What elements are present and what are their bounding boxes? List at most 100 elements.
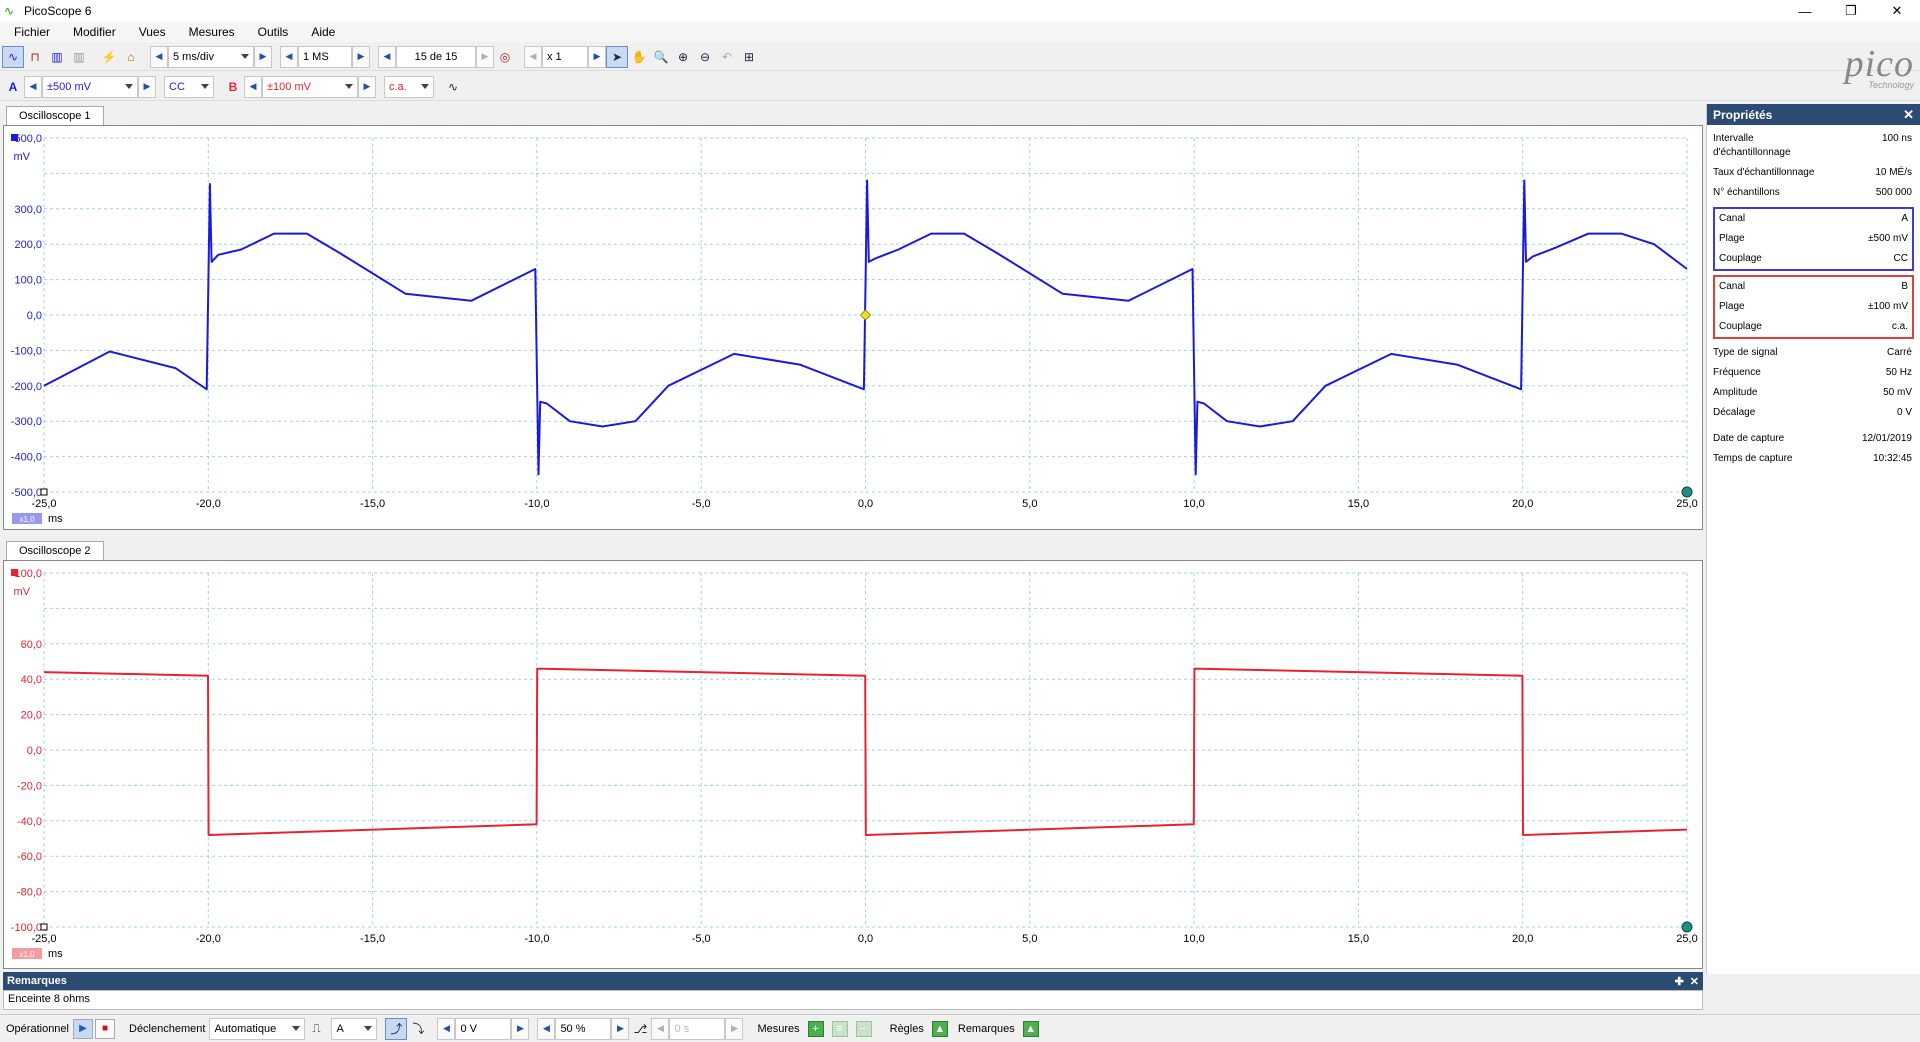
threshold-input[interactable]: 0 V <box>455 1017 512 1040</box>
tab-oscilloscope-1[interactable]: Oscilloscope 1 <box>6 106 104 126</box>
home-icon[interactable]: ⌂ <box>120 46 142 68</box>
range-b-select[interactable]: ±100 mV <box>262 75 358 98</box>
threshold-next-button[interactable]: ▶ <box>511 1017 530 1040</box>
y-tick-label: 60,0 <box>21 639 42 651</box>
zoom-fit-icon[interactable]: ⊞ <box>738 46 760 68</box>
delay-prev-button[interactable]: ◀ <box>651 1017 670 1040</box>
zoom-select-icon[interactable]: 🔍 <box>650 46 672 68</box>
range-b-prev-button[interactable]: ◀ <box>244 75 262 98</box>
persistence-mode-icon[interactable]: ⊓ <box>24 46 46 68</box>
buffer-overview-icon[interactable]: ◎ <box>494 46 516 68</box>
undo-zoom-icon[interactable]: ↶ <box>716 46 738 68</box>
minimize-button[interactable]: — <box>1782 0 1828 22</box>
properties-close-icon[interactable]: ✕ <box>1903 107 1914 123</box>
pretrigger-input[interactable]: 50 % <box>555 1017 612 1040</box>
pointer-tool-icon[interactable]: ➤ <box>606 45 628 68</box>
menu-aide[interactable]: Aide <box>297 25 344 39</box>
tab-oscilloscope-2[interactable]: Oscilloscope 2 <box>6 541 104 561</box>
rising-edge-icon[interactable]: ⤴ <box>385 1017 408 1040</box>
prop-key: Date de capture <box>1713 433 1785 444</box>
delay-input[interactable]: 0 s <box>669 1017 726 1040</box>
stop-button[interactable]: ■ <box>95 1018 115 1039</box>
range-a-next-button[interactable]: ▶ <box>138 75 156 98</box>
coupling-a-select[interactable]: CC <box>164 75 214 98</box>
samples-prev-button[interactable]: ◀ <box>280 45 298 68</box>
add-measure-button[interactable]: + <box>807 1020 824 1037</box>
notes-text[interactable]: Enceinte 8 ohms <box>3 990 1703 1010</box>
scope-1-plot[interactable]: 500,0 300,0 200,0 100,0 0,0 -100,0 -200,0 -300,… <box>4 126 1704 531</box>
threshold-value: 0 V <box>460 1022 477 1035</box>
prop-key: Décalage <box>1713 407 1756 418</box>
pretrigger-next-button[interactable]: ▶ <box>611 1017 630 1040</box>
menu-vues[interactable]: Vues <box>125 25 175 39</box>
delay-next-button[interactable]: ▶ <box>725 1017 744 1040</box>
x-tick-label: 25,0 <box>1676 498 1697 510</box>
signal-generator-icon[interactable]: ∿ <box>442 76 464 98</box>
buffer-navigator[interactable]: 15 de 15 <box>396 45 476 68</box>
menu-modifier[interactable]: Modifier <box>59 25 125 39</box>
zoom-prev-button[interactable]: ◀ <box>524 45 542 68</box>
scope-2-plot[interactable]: 100,0 60,0 40,0 20,0 0,0 -20,0 -40,0 -60,0 -80,0… <box>4 561 1704 970</box>
post-trigger-icon[interactable]: ⎇ <box>629 1018 651 1040</box>
samples-next-button[interactable]: ▶ <box>352 45 370 68</box>
y-tick-label: -60,0 <box>17 851 42 863</box>
y-tick-label: 0,0 <box>27 745 42 757</box>
timebase-select[interactable]: 5 ms/div <box>168 45 254 68</box>
prop-key: Fréquence <box>1713 367 1761 378</box>
coupling-b-select[interactable]: c.a. <box>384 75 434 98</box>
zoom-next-button[interactable]: ▶ <box>588 45 606 68</box>
x-tick-label: 15,0 <box>1348 933 1369 945</box>
origin-marker <box>40 923 48 931</box>
maximize-button[interactable]: ❐ <box>1828 0 1874 22</box>
menu-fichier[interactable]: Fichier <box>0 25 59 39</box>
buffer-next-button[interactable]: ▶ <box>476 45 494 68</box>
timebase-prev-button[interactable]: ◀ <box>150 45 168 68</box>
prop-row: Décalage 0 V <box>1707 403 1920 423</box>
notes-close-icon[interactable]: ✕ <box>1690 975 1699 988</box>
prop-key: Amplitude <box>1713 387 1758 398</box>
trigger-mode-select[interactable]: Automatique <box>209 1017 306 1040</box>
menu-mesures[interactable]: Mesures <box>175 25 244 39</box>
run-button[interactable]: ▶ <box>73 1018 93 1039</box>
menu-outils[interactable]: Outils <box>244 25 298 39</box>
range-a-select[interactable]: ±500 mV <box>42 75 138 98</box>
pin-icon[interactable]: ✚ <box>1675 975 1684 988</box>
pretrigger-prev-button[interactable]: ◀ <box>537 1017 556 1040</box>
advanced-trigger-icon[interactable]: ⎍ <box>305 1018 327 1040</box>
remove-measure-button[interactable]: − <box>855 1020 872 1037</box>
close-button[interactable]: ✕ <box>1874 0 1920 22</box>
probe-wizard-icon[interactable]: ⚡ <box>98 46 120 68</box>
channel-a-options[interactable]: A <box>2 76 24 98</box>
rulers-button[interactable]: ▲ <box>931 1020 948 1037</box>
spectrum-mode-icon[interactable]: ▥ <box>46 46 68 68</box>
range-a-prev-button[interactable]: ◀ <box>24 75 42 98</box>
properties-header: Propriétés ✕ <box>1707 104 1920 125</box>
zoom-input[interactable]: x 1 <box>542 45 588 68</box>
falling-edge-icon[interactable]: ⤵ <box>407 1018 429 1040</box>
prop-key: Plage <box>1719 301 1745 312</box>
zoom-in-icon[interactable]: ⊕ <box>672 46 694 68</box>
prop-value: 10:32:45 <box>1873 453 1912 464</box>
notes-button[interactable]: ▲ <box>1022 1020 1039 1037</box>
channel-b-options[interactable]: B <box>222 76 244 98</box>
x-tick-label: -25,0 <box>31 933 56 945</box>
x-tick-label: 0,0 <box>858 498 873 510</box>
zoom-out-icon[interactable]: ⊖ <box>694 46 716 68</box>
spectrum-persist-icon[interactable]: ▥ <box>68 46 90 68</box>
threshold-prev-button[interactable]: ◀ <box>437 1017 456 1040</box>
trigger-channel-select[interactable]: A <box>331 1017 378 1040</box>
edit-measure-button[interactable]: ≡ <box>831 1020 848 1037</box>
y-tick-label: 0,0 <box>27 310 42 322</box>
samples-input[interactable]: 1 MS <box>298 45 352 68</box>
prop-row: Date de capture 12/01/2019 <box>1707 429 1920 449</box>
timebase-next-button[interactable]: ▶ <box>254 45 272 68</box>
pretrigger-value: 50 % <box>560 1022 586 1035</box>
prop-row: Temps de capture 10:32:45 <box>1707 449 1920 469</box>
x-tick-label: 25,0 <box>1676 933 1697 945</box>
hand-tool-icon[interactable]: ✋ <box>628 46 650 68</box>
scope-mode-icon[interactable]: ∿ <box>2 45 24 68</box>
prop-key: Temps de capture <box>1713 453 1793 464</box>
range-b-next-button[interactable]: ▶ <box>358 75 376 98</box>
buffer-prev-button[interactable]: ◀ <box>378 45 396 68</box>
window-controls: — ❐ ✕ <box>1782 0 1920 22</box>
